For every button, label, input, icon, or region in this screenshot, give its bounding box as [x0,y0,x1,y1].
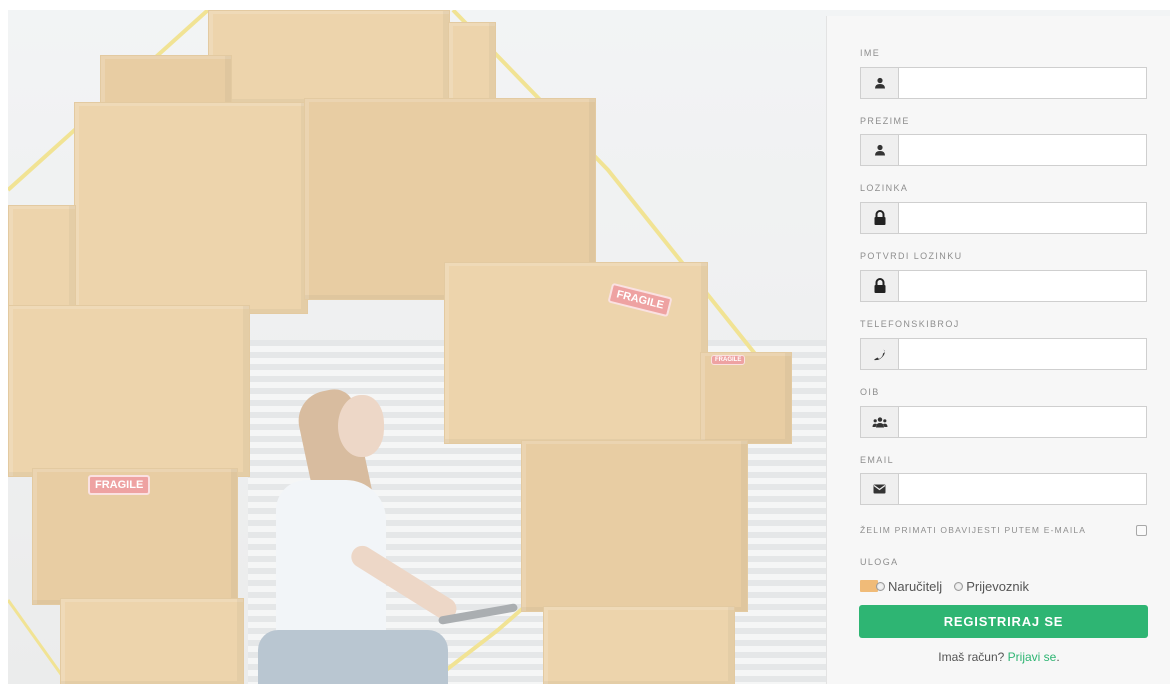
password-field-group [860,202,1147,234]
radio-prijevoznik[interactable] [954,581,964,591]
phone-input[interactable] [899,339,1146,369]
oib-field-group [860,406,1147,438]
role-option-narucitelj[interactable]: Naručitelj [860,579,942,594]
register-button[interactable]: REGISTRIRAJ SE [859,605,1148,638]
password-input[interactable] [899,203,1146,233]
lock-icon [861,271,899,301]
phone-label: TELEFONSKIBROJ [860,319,960,329]
login-link[interactable]: Prijavi se [1008,650,1057,664]
login-prompt: Imaš račun? Prijavi se. [827,650,1170,664]
newsletter-label: ŽELIM PRIMATI OBAVIJESTI PUTEM E-MAILA [860,525,1087,535]
confirm-password-field-group [860,270,1147,302]
oib-input[interactable] [899,407,1146,437]
newsletter-option: ŽELIM PRIMATI OBAVIJESTI PUTEM E-MAILA [860,525,1147,539]
phone-field-group [860,338,1147,370]
lock-icon [861,203,899,233]
last-name-input[interactable] [899,135,1146,165]
confirm-password-label: POTVRDI LOZINKU [860,251,963,261]
email-label: EMAIL [860,455,895,465]
user-icon [861,135,899,165]
envelope-icon [861,474,899,504]
role-label-prijevoznik: Prijevoznik [966,578,1030,594]
last-name-label: PREZIME [860,116,910,126]
newsletter-checkbox[interactable] [1136,525,1147,536]
login-prompt-text: Imaš račun? [938,650,1005,664]
email-field-group [860,473,1147,505]
first-name-label: IME [860,48,881,58]
first-name-field-group [860,67,1147,99]
radio-narucitelj[interactable] [876,581,885,591]
login-suffix: . [1056,650,1060,664]
role-radio-group: Naručitelj Prijevoznik [860,576,1041,596]
role-option-prijevoznik[interactable]: Prijevoznik [954,579,1029,594]
confirm-password-input[interactable] [899,271,1146,301]
oib-label: OIB [860,387,880,397]
phone-icon [861,339,899,369]
first-name-input[interactable] [899,68,1146,98]
role-label-narucitelj: Naručitelj [888,578,943,594]
users-icon [861,407,899,437]
password-label: LOZINKA [860,183,909,193]
registration-panel: IME PREZIME LOZINKA POTVRDI LOZINKU TELE… [826,16,1170,684]
role-label: ULOGA [860,557,899,567]
last-name-field-group [860,134,1147,166]
email-input[interactable] [899,474,1146,504]
user-icon [861,68,899,98]
